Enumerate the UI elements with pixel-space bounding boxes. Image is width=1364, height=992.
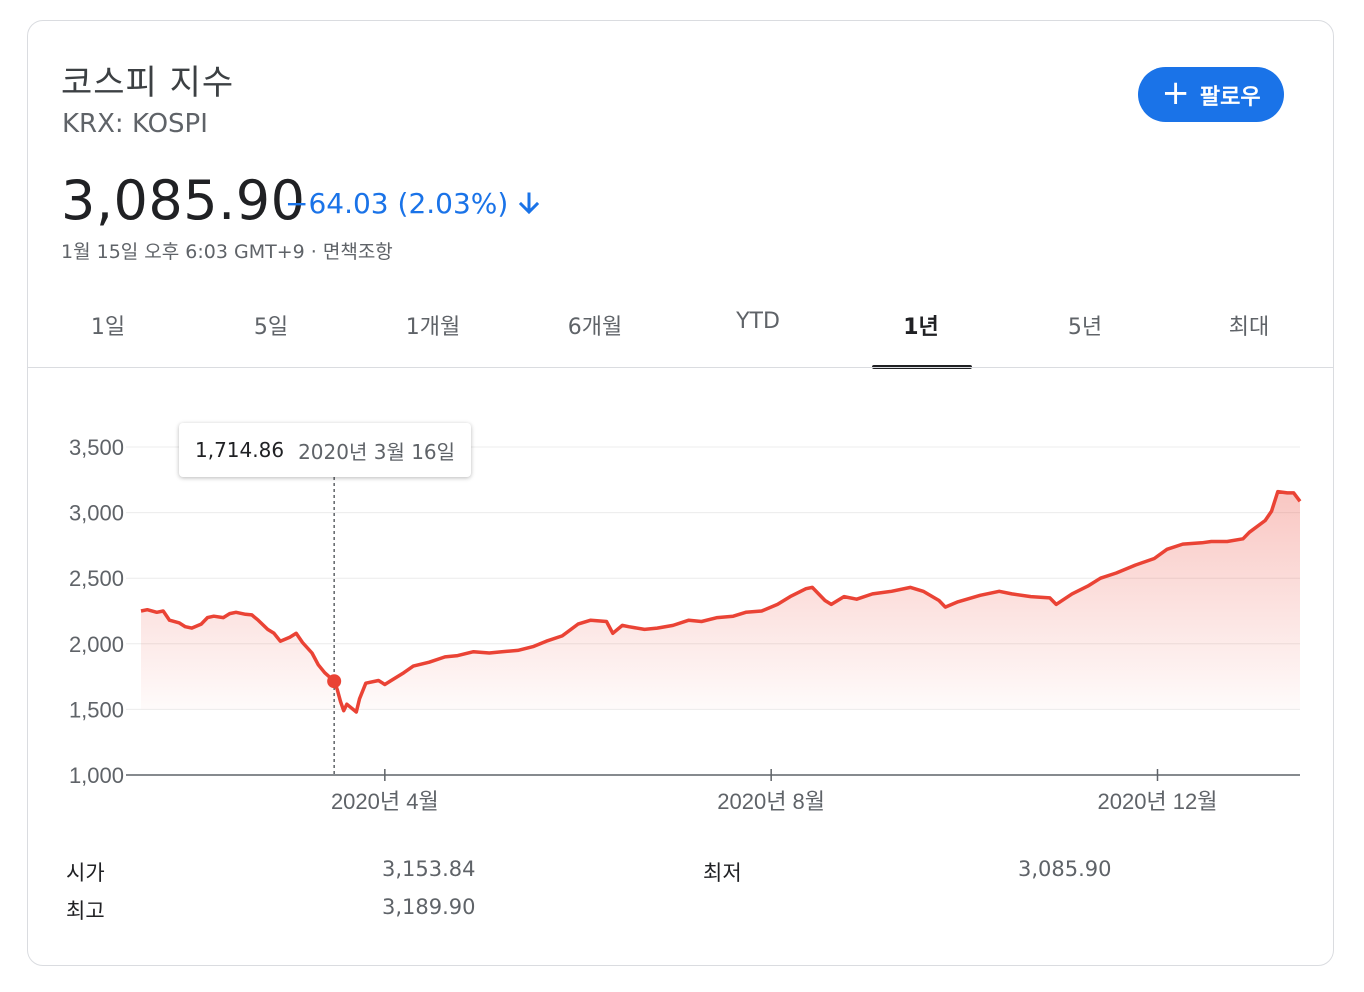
plus-icon: + — [1161, 73, 1190, 113]
tab-1m[interactable]: 1개월 — [353, 309, 513, 341]
tooltip-value: 1,714.86 — [195, 438, 285, 462]
price-area-fill — [141, 491, 1300, 712]
tooltip-date: 2020년 3월 16일 — [298, 439, 456, 464]
follow-button[interactable]: + 팔로우 — [1138, 67, 1284, 122]
chart-tooltip: 1,714.86 2020년 3월 16일 — [179, 423, 472, 477]
y-tick-label: 2,500 — [69, 566, 124, 591]
ticker-symbol: KRX: KOSPI — [62, 109, 208, 139]
low-label: 최저 — [703, 861, 742, 885]
x-tick-label: 2020년 4월 — [331, 789, 439, 814]
y-tick-label: 3,500 — [69, 435, 124, 460]
low-value: 3,085.90 — [1018, 857, 1112, 881]
y-tick-label: 2,000 — [69, 632, 124, 657]
x-tick-label: 2020년 12월 — [1097, 789, 1217, 814]
follow-label: 팔로우 — [1199, 84, 1261, 110]
tab-5y[interactable]: 5년 — [1005, 309, 1165, 341]
tab-6m[interactable]: 6개월 — [515, 309, 675, 341]
y-tick-label: 1,500 — [69, 697, 124, 722]
quote-timestamp[interactable]: 1월 15일 오후 6:03 GMT+9 · 면책조항 — [61, 237, 393, 264]
current-price: 3,085.90 — [61, 169, 306, 232]
tab-5d[interactable]: 5일 — [191, 309, 351, 341]
tab-max[interactable]: 최대 — [1169, 309, 1329, 341]
y-tick-label: 1,000 — [69, 763, 124, 788]
x-tick-label: 2020년 8월 — [717, 789, 825, 814]
stock-card: 코스피 지수 KRX: KOSPI + 팔로우 3,085.90 −64.03 … — [27, 20, 1334, 966]
range-tabs: 1일 5일 1개월 6개월 YTD 1년 5년 최대 — [28, 299, 1333, 369]
index-title: 코스피 지수 — [61, 63, 235, 103]
arrow-down-icon — [519, 192, 540, 214]
price-change: −64.03 (2.03%) — [285, 187, 540, 220]
tab-1d[interactable]: 1일 — [28, 309, 188, 341]
tabs-divider — [28, 367, 1333, 368]
tab-1y[interactable]: 1년 — [841, 309, 1001, 341]
high-value: 3,189.90 — [382, 895, 476, 919]
tab-ytd[interactable]: YTD — [678, 309, 838, 334]
open-value: 3,153.84 — [382, 857, 476, 881]
y-tick-label: 3,000 — [69, 501, 124, 526]
high-label: 최고 — [66, 899, 105, 923]
open-label: 시가 — [66, 861, 105, 885]
price-change-value: −64.03 (2.03%) — [285, 187, 509, 220]
hover-point — [327, 674, 342, 689]
